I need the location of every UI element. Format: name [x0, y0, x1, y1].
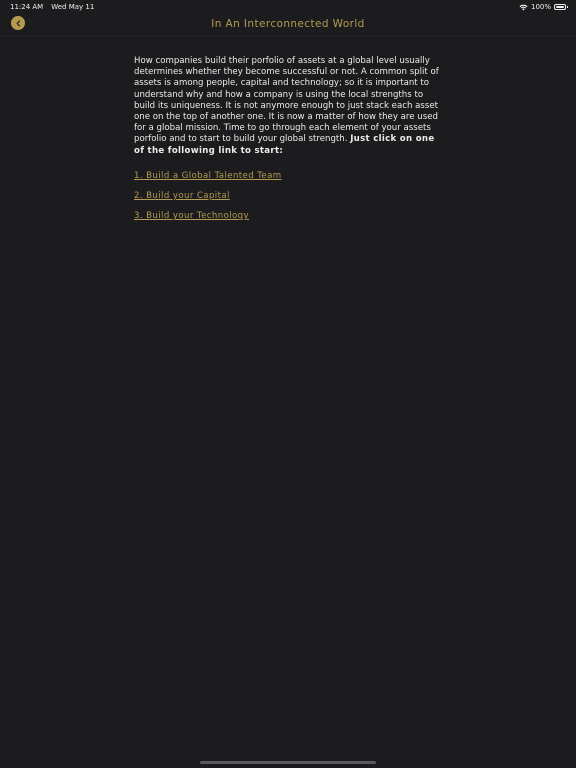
article-content: How companies build their porfolio of as…: [134, 56, 446, 231]
chevron-left-icon: [16, 19, 20, 27]
status-time: 11:24 AM: [10, 3, 44, 11]
status-left: 11:24 AM Wed May 11: [10, 3, 94, 11]
status-right: 100%: [519, 3, 568, 11]
intro-paragraph: How companies build their porfolio of as…: [134, 56, 446, 157]
page-title: In An Interconnected World: [211, 18, 365, 30]
link-build-capital[interactable]: 2. Build your Capital: [134, 191, 446, 202]
home-indicator[interactable]: [200, 761, 376, 764]
navigation-bar: In An Interconnected World: [0, 14, 576, 37]
status-date: Wed May 11: [51, 3, 95, 11]
link-global-talented-team[interactable]: 1. Build a Global Talented Team: [134, 171, 446, 182]
link-build-technology[interactable]: 3. Build your Technology: [134, 211, 446, 222]
back-button[interactable]: [11, 16, 25, 30]
battery-icon: [554, 4, 568, 10]
link-list: 1. Build a Global Talented Team 2. Build…: [134, 171, 446, 223]
battery-percent: 100%: [530, 3, 551, 11]
status-bar: 11:24 AM Wed May 11 100%: [0, 0, 576, 14]
app-screen: 11:24 AM Wed May 11 100% In An Interconn…: [0, 0, 576, 768]
intro-text: How companies build their porfolio of as…: [134, 56, 439, 145]
wifi-icon: [519, 4, 528, 10]
